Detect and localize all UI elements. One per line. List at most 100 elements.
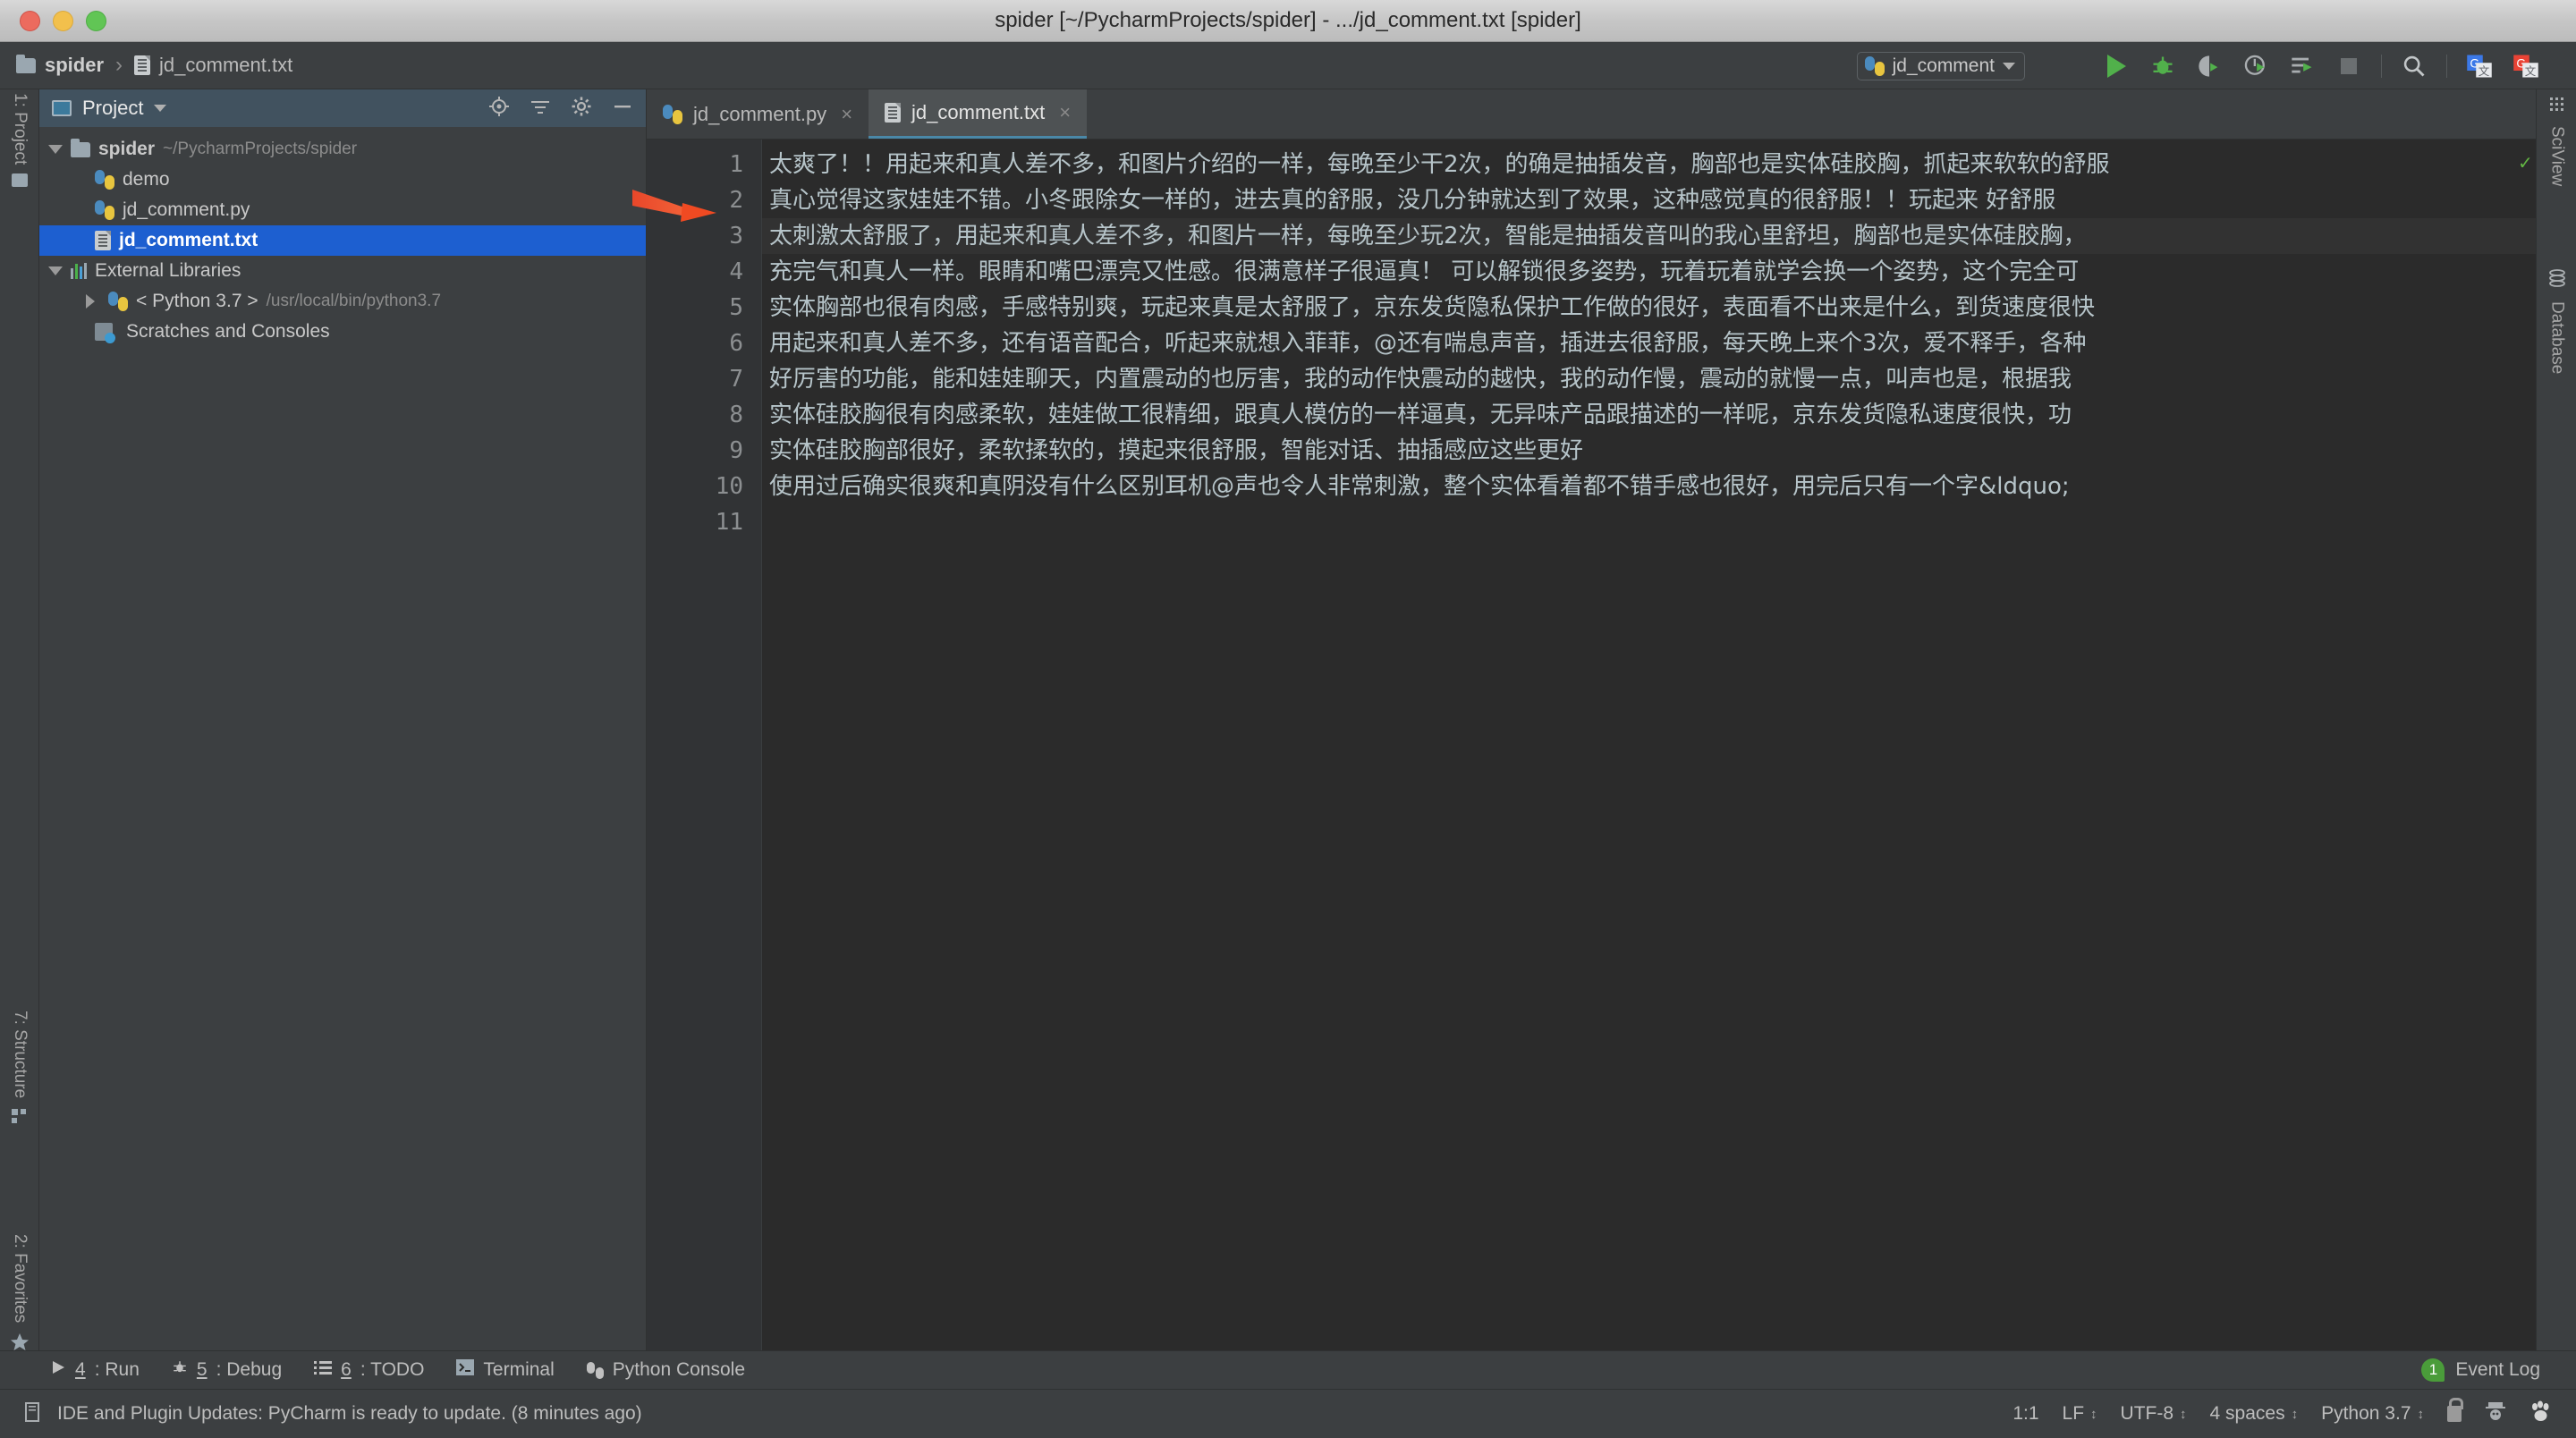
code-line[interactable]: 用起来和真人差不多，还有语音配合，听起来就想入菲菲，@还有喘息声音，插进去很舒服… [762, 326, 2536, 361]
svg-text:文: 文 [2525, 64, 2537, 78]
run-with-console-button[interactable] [2279, 52, 2326, 80]
updown-icon: ↕ [2418, 1408, 2425, 1421]
lock-icon[interactable] [2447, 1406, 2462, 1422]
breadcrumb-label-file: jd_comment.txt [159, 54, 292, 77]
code-line[interactable]: 好厉害的功能，能和娃娃聊天，内置震动的也厉害，我的动作快震动的越快，我的动作慢，… [762, 361, 2536, 397]
run-button[interactable] [2093, 52, 2140, 80]
sidebar-item-database[interactable]: Database [2537, 268, 2576, 374]
tree-label-python-37: < Python 3.7 > [136, 291, 258, 312]
run-configuration-selector[interactable]: jd_comment [1857, 52, 2025, 80]
code-line[interactable]: 实体硅胶胸部很好，柔软揉软的，摸起来很舒服，智能对话、抽插感应这些更好 [762, 433, 2536, 469]
gear-icon[interactable] [571, 96, 592, 122]
tree-row-jd-comment-py[interactable]: jd_comment.py [39, 195, 646, 225]
tab-label-jd-comment-py: jd_comment.py [693, 103, 826, 126]
bottom-item-debug[interactable]: 5: Debug [172, 1359, 282, 1381]
close-icon[interactable]: × [841, 103, 852, 126]
scratches-icon [95, 323, 113, 341]
python-file-icon [95, 170, 114, 190]
sidebar-item-structure-label: 7: Structure [10, 1011, 30, 1098]
status-bar-widgets: 1:1 LF ↕ UTF-8 ↕ 4 spaces ↕ Python 3.7 ↕ [2012, 1400, 2553, 1428]
search-everywhere-button[interactable] [2391, 52, 2437, 80]
chevron-down-icon[interactable] [48, 145, 63, 154]
code-line[interactable] [762, 504, 2536, 540]
translate-button-red[interactable]: G文 [2503, 52, 2549, 80]
paw-icon[interactable] [2529, 1400, 2553, 1428]
coverage-icon [2197, 54, 2222, 79]
sidebar-item-favorites[interactable]: 2: Favorites [0, 1234, 39, 1358]
code-line[interactable]: 使用过后确实很爽和真阴没有什么区别耳机@声也令人非常刺激，整个实体看着都不错手感… [762, 469, 2536, 504]
python-icon [1865, 56, 1885, 76]
pycharm-window: spider [~/PycharmProjects/spider] - .../… [0, 0, 2576, 1438]
run-coverage-button[interactable] [2186, 52, 2233, 80]
indent-label: 4 spaces [2210, 1403, 2285, 1425]
chevron-right-icon[interactable] [86, 294, 95, 309]
tab-jd-comment-txt[interactable]: jd_comment.txt × [869, 89, 1087, 139]
event-log-area[interactable]: 1 Event Log [2421, 1358, 2576, 1382]
bottom-item-todo-num: 6 [341, 1359, 352, 1381]
code-text-area[interactable]: 太爽了！！用起来和真人差不多，和图片介绍的一样，每晚至少干2次，的确是抽插发音，… [762, 140, 2536, 1350]
debug-button[interactable] [2140, 52, 2186, 80]
tree-row-python-37[interactable]: < Python 3.7 > /usr/local/bin/python3.7 [39, 286, 646, 317]
chevron-down-icon[interactable] [48, 266, 63, 275]
status-bar: IDE and Plugin Updates: PyCharm is ready… [0, 1389, 2576, 1438]
tree-row-spider[interactable]: spider ~/PycharmProjects/spider [39, 134, 646, 165]
code-line[interactable]: 实体硅胶胸很有肉感柔软，娃娃做工很精细，跟真人模仿的一样逼真，无异味产品跟描述的… [762, 397, 2536, 433]
breadcrumb-item-spider[interactable]: spider [16, 54, 104, 77]
tree-row-external-libraries[interactable]: External Libraries [39, 256, 646, 286]
tree-label-spider: spider [98, 139, 155, 160]
status-message-icon [23, 1401, 43, 1427]
code-line[interactable]: 真心觉得这家娃娃不错。小冬跟除女一样的，进去真的舒服，没几分钟就达到了效果，这种… [762, 182, 2536, 218]
encoding-widget[interactable]: UTF-8 ↕ [2121, 1403, 2187, 1425]
profile-button[interactable] [2233, 52, 2279, 80]
sidebar-item-favorites-label: 2: Favorites [10, 1234, 30, 1323]
code-line[interactable]: 太爽了！！用起来和真人差不多，和图片介绍的一样，每晚至少干2次，的确是抽插发音，… [762, 147, 2536, 182]
sidebar-item-database-label: Database [2547, 301, 2567, 374]
updown-icon: ↕ [2292, 1408, 2299, 1421]
breadcrumb-item-file[interactable]: jd_comment.txt [134, 54, 292, 77]
line-number: 8 [647, 397, 761, 433]
project-panel-actions [488, 96, 633, 122]
caret-position[interactable]: 1:1 [2012, 1403, 2038, 1425]
indent-widget[interactable]: 4 spaces ↕ [2210, 1403, 2299, 1425]
tree-row-jd-comment-txt[interactable]: jd_comment.txt [39, 225, 646, 256]
sidebar-item-structure[interactable]: 7: Structure [0, 1011, 39, 1129]
bottom-item-run[interactable]: 4: Run [50, 1359, 140, 1381]
hide-panel-icon[interactable] [612, 96, 633, 122]
tab-jd-comment-py[interactable]: jd_comment.py × [647, 89, 869, 139]
collapse-all-icon[interactable] [530, 96, 551, 122]
line-separator-widget[interactable]: LF ↕ [2063, 1403, 2097, 1425]
chevron-down-icon[interactable] [154, 105, 166, 112]
sidebar-item-project[interactable]: 1: Project [0, 93, 39, 187]
bottom-item-todo[interactable]: 6: TODO [314, 1359, 424, 1381]
code-line[interactable]: 太刺激太舒服了，用起来和真人差不多，和图片一样，每晚至少玩2次，智能是抽插发音叫… [762, 218, 2536, 254]
tree-row-demo[interactable]: demo [39, 165, 646, 195]
annotation-arrow-icon [631, 188, 720, 229]
console-icon [2290, 54, 2315, 79]
right-tool-strip: SciView Database [2536, 89, 2576, 1350]
code-line[interactable]: 实体胸部也很有肉感，手感特别爽，玩起来真是太舒服了，京东发货隐私保护工作做的很好… [762, 290, 2536, 326]
tree-row-scratches[interactable]: Scratches and Consoles [39, 317, 646, 347]
breadcrumb-label-spider: spider [45, 54, 104, 77]
event-log-label: Event Log [2455, 1359, 2540, 1381]
line-number: 11 [647, 504, 761, 540]
breadcrumb: spider › jd_comment.txt [16, 53, 292, 78]
hat-person-icon[interactable] [2485, 1400, 2506, 1428]
structure-icon [11, 1107, 29, 1129]
translate-button-blue[interactable]: G文 [2456, 52, 2503, 80]
debug-icon [172, 1359, 188, 1381]
code-line[interactable]: 充完气和真人一样。眼睛和嘴巴漂亮又性感。很满意样子很逼真！ 可以解锁很多姿势，玩… [762, 254, 2536, 290]
event-log-badge: 1 [2421, 1358, 2445, 1382]
close-icon[interactable]: × [1059, 101, 1071, 124]
tree-sub-python-37: /usr/local/bin/python3.7 [267, 292, 441, 311]
bottom-item-terminal[interactable]: Terminal [456, 1359, 554, 1381]
tree-label-jd-comment-txt: jd_comment.txt [119, 230, 258, 251]
bottom-item-python-console-label: Python Console [613, 1359, 745, 1381]
interpreter-widget[interactable]: Python 3.7 ↕ [2321, 1403, 2424, 1425]
window-title: spider [~/PycharmProjects/spider] - .../… [0, 8, 2576, 33]
sidebar-item-sciview[interactable]: SciView [2537, 95, 2576, 186]
stop-button[interactable] [2326, 52, 2372, 80]
python-file-icon [663, 105, 682, 124]
target-icon[interactable] [488, 96, 510, 122]
bottom-item-python-console[interactable]: Python Console [587, 1359, 745, 1381]
bottom-item-debug-num: 5 [197, 1359, 208, 1381]
